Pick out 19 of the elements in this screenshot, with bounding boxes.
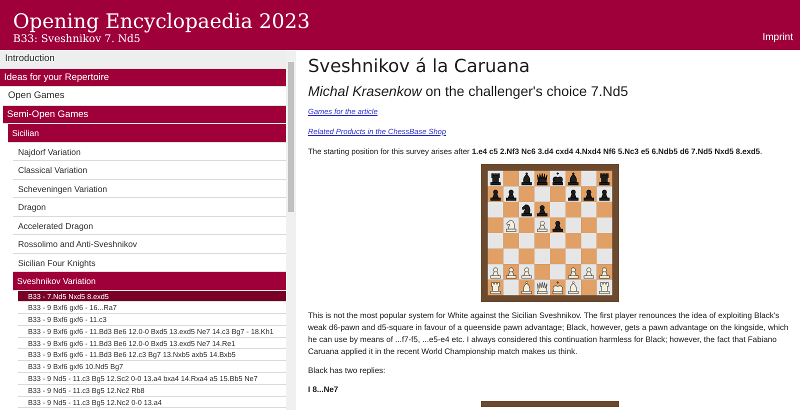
section-heading: I 8...Ne7 bbox=[308, 384, 340, 396]
tree-item[interactable]: Accelerated Dragon bbox=[13, 216, 286, 235]
tree-item[interactable]: Scheveningen Variation bbox=[13, 180, 286, 198]
article-subtitle: Michal Krasenkow on the challenger's choice 7.Nd5 bbox=[308, 82, 630, 100]
tree-item[interactable]: Introduction bbox=[0, 50, 286, 68]
scrollbar-thumb[interactable] bbox=[288, 62, 294, 212]
chapter-subtitle: B33: Sveshnikov 7. Nd5 bbox=[13, 33, 142, 46]
tree-item[interactable]: Sveshnikov Variation bbox=[13, 272, 286, 290]
scrollbar[interactable] bbox=[286, 50, 296, 410]
tree-item[interactable]: Ideas for your Repertoire bbox=[0, 68, 286, 87]
tree-item[interactable]: Semi-Open Games bbox=[3, 106, 286, 124]
body-text: Black has two replies: bbox=[308, 365, 386, 377]
tree-item[interactable]: Sicilian Four Knights bbox=[13, 254, 286, 272]
tree-item[interactable]: Najdorf Variation bbox=[13, 142, 286, 161]
body-paragraph: This is not the most popular system for White against the Sicilian Sveshnikov. The first player renounces the idea of exploiting Black's weak d6-pawn and d5-square in favour of a queenside pawn advantage; Black, however, gets a pawn advantage on the kingside, which he can use by means of ...f7-f5, ...e5-e4 etc. I always considered this continuation harmless for Black; however, the fact that Fabiano Caruana applied it in the recent World Championship match makes us think. bbox=[308, 310, 790, 358]
article-title: Sveshnikov á la Caruana bbox=[308, 56, 531, 78]
app-title: Opening Encyclopaedia 2023 bbox=[13, 9, 310, 33]
imprint-link[interactable]: Imprint bbox=[762, 32, 793, 46]
tree-item[interactable]: Sicilian bbox=[8, 124, 286, 142]
